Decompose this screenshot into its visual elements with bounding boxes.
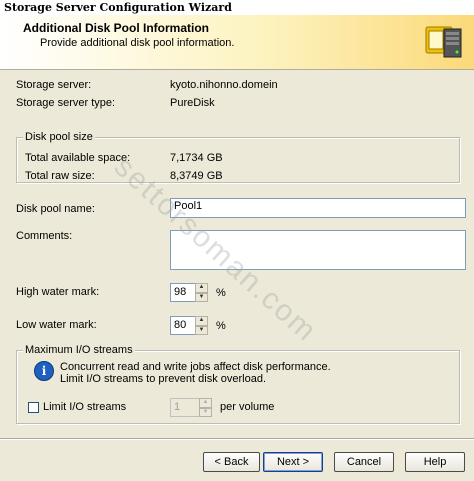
storage-server-value: kyoto.nihonno.domein	[170, 79, 278, 91]
total-available-label: Total available space:	[25, 152, 131, 164]
wizard-window: Storage Server Configuration Wizard Addi…	[0, 0, 474, 481]
high-water-mark-value[interactable]: 98	[170, 283, 195, 302]
spin-up-icon[interactable]: ▲	[195, 283, 208, 293]
header-title: Additional Disk Pool Information	[23, 21, 209, 35]
io-streams-value[interactable]: 1	[170, 398, 199, 417]
comments-label: Comments:	[16, 230, 73, 242]
window-title: Storage Server Configuration Wizard	[0, 0, 474, 15]
back-button[interactable]: < Back	[203, 452, 260, 472]
disk-pool-name-input[interactable]: Pool1	[170, 198, 466, 218]
storage-server-label: Storage server:	[16, 79, 92, 91]
high-water-mark-label: High water mark:	[16, 286, 100, 298]
header-subtitle: Provide additional disk pool information…	[40, 37, 235, 49]
low-percent-label: %	[216, 320, 226, 332]
spin-up-icon[interactable]: ▲	[199, 398, 212, 408]
storage-server-type-value: PureDisk	[170, 97, 215, 109]
high-water-mark-spinner[interactable]: 98 ▲ ▼	[170, 283, 208, 302]
max-io-streams-legend: Maximum I/O streams	[23, 344, 135, 356]
disk-pool-name-label: Disk pool name:	[16, 203, 95, 215]
info-icon: i	[34, 361, 54, 381]
disk-pool-size-legend: Disk pool size	[23, 131, 95, 143]
low-water-mark-value[interactable]: 80	[170, 316, 195, 335]
total-raw-label: Total raw size:	[25, 170, 95, 182]
low-water-mark-label: Low water mark:	[16, 319, 97, 331]
spin-down-icon[interactable]: ▼	[195, 325, 208, 335]
storage-server-icon	[425, 26, 462, 58]
io-streams-spinner[interactable]: 1 ▲ ▼	[170, 398, 212, 417]
io-info-line1: Concurrent read and write jobs affect di…	[60, 361, 331, 373]
total-available-value: 7,1734 GB	[170, 152, 223, 164]
low-water-mark-spinner[interactable]: 80 ▲ ▼	[170, 316, 208, 335]
cancel-button[interactable]: Cancel	[334, 452, 394, 472]
high-percent-label: %	[216, 287, 226, 299]
per-volume-label: per volume	[220, 401, 275, 413]
wizard-header: Additional Disk Pool Information Provide…	[0, 15, 474, 70]
limit-io-streams-checkbox[interactable]	[28, 402, 39, 413]
spin-up-icon[interactable]: ▲	[195, 316, 208, 326]
io-info-line2: Limit I/O streams to prevent disk overlo…	[60, 373, 267, 385]
total-raw-value: 8,3749 GB	[170, 170, 223, 182]
footer-divider	[0, 438, 474, 440]
spin-down-icon[interactable]: ▼	[199, 407, 212, 417]
limit-io-streams-label[interactable]: Limit I/O streams	[43, 401, 126, 413]
storage-server-type-label: Storage server type:	[16, 97, 116, 109]
help-button[interactable]: Help	[405, 452, 465, 472]
next-button[interactable]: Next >	[263, 452, 323, 472]
spin-down-icon[interactable]: ▼	[195, 292, 208, 302]
